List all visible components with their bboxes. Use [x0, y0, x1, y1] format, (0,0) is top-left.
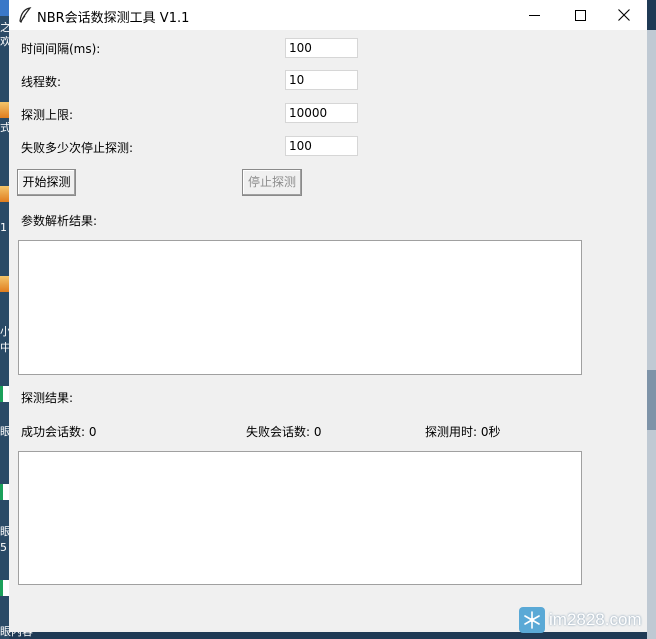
title-bar[interactable]: NBR会话数探测工具 V1.1 — [9, 0, 647, 30]
threads-label: 线程数: — [21, 75, 62, 89]
desktop-label: 之 — [0, 22, 9, 34]
desktop-label: 式 — [0, 122, 9, 134]
desktop-icon[interactable] — [0, 186, 9, 202]
desktop-left-strip: 之 欢 式 1 小 中 眼 眼 5 — [0, 0, 9, 639]
success-count-text: 成功会话数: 0 — [21, 425, 97, 439]
desktop-label: 眼 — [0, 426, 9, 438]
watermark-text: im2828.com — [549, 610, 642, 629]
params-result-label: 参数解析结果: — [21, 214, 98, 228]
upper-limit-input[interactable] — [285, 103, 358, 123]
close-button[interactable] — [601, 0, 647, 30]
probe-result-textarea[interactable] — [18, 451, 582, 585]
desktop-label: 中 — [0, 342, 9, 354]
window-title: NBR会话数探测工具 V1.1 — [37, 11, 190, 26]
desktop-icon[interactable] — [0, 276, 9, 292]
desktop-icon[interactable] — [0, 386, 9, 402]
desktop-icon[interactable] — [0, 102, 9, 118]
threads-input[interactable] — [285, 70, 358, 90]
desktop-right-edge — [647, 30, 656, 639]
desktop-label: 小 — [0, 326, 9, 338]
desktop-label: 1 — [0, 222, 7, 234]
app-window: NBR会话数探测工具 V1.1 时间间隔(ms): 线程数: 探测上限: 失败多… — [9, 0, 647, 632]
desktop-label: 欢 — [0, 36, 9, 48]
interval-input[interactable] — [285, 38, 358, 58]
stop-probe-button[interactable]: 停止探测 — [242, 169, 302, 196]
desktop-icon[interactable] — [0, 0, 9, 16]
params-result-textarea[interactable] — [18, 240, 582, 375]
desktop-label: 5 — [0, 542, 7, 554]
desktop-icon[interactable] — [0, 580, 9, 596]
maximize-icon — [574, 9, 586, 21]
desktop-icon[interactable] — [0, 484, 9, 500]
fail-count-text: 失败会话数: 0 — [246, 425, 322, 439]
maximize-button[interactable] — [557, 0, 603, 30]
close-icon — [618, 9, 630, 21]
probe-result-label: 探测结果: — [21, 391, 74, 405]
snowflake-icon — [519, 607, 545, 633]
minimize-button[interactable] — [511, 0, 557, 30]
elapsed-time-text: 探测用时: 0秒 — [425, 425, 501, 439]
start-probe-button[interactable]: 开始探测 — [17, 169, 76, 196]
watermark: im2828.com — [519, 607, 642, 633]
interval-label: 时间间隔(ms): — [21, 42, 101, 56]
fail-stop-input[interactable] — [285, 136, 358, 156]
fail-stop-label: 失败多少次停止探测: — [21, 141, 134, 155]
minimize-icon — [528, 10, 540, 21]
feather-icon — [18, 7, 32, 24]
desktop-label: 眼 — [0, 526, 9, 538]
upper-limit-label: 探测上限: — [21, 108, 74, 122]
